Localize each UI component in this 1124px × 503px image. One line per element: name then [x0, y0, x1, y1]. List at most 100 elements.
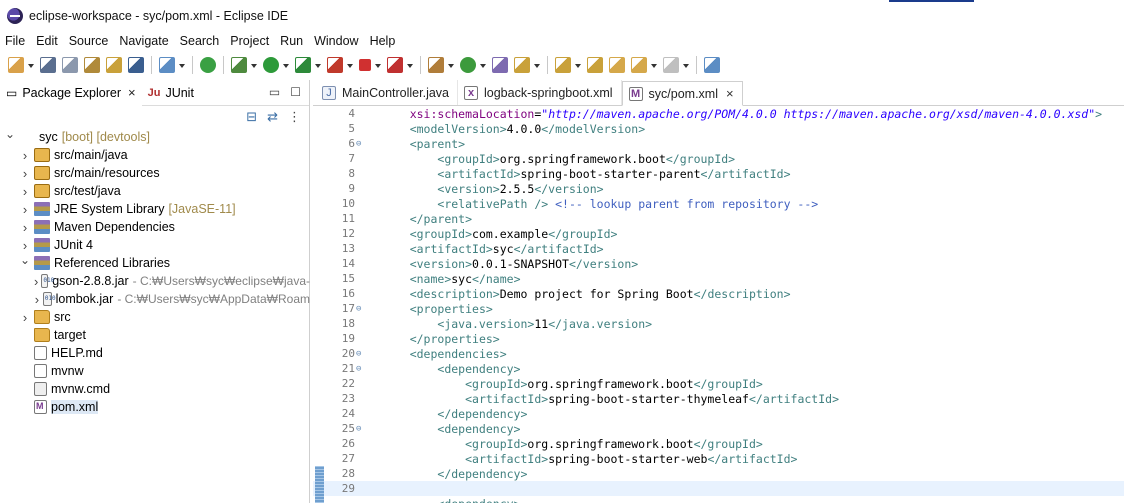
- dropdown-arrow-icon[interactable]: [650, 57, 657, 73]
- code-line[interactable]: 24 </dependency>: [313, 406, 1124, 421]
- code-line[interactable]: 16 <description>Demo project for Spring …: [313, 286, 1124, 301]
- search-icon[interactable]: [514, 57, 530, 73]
- fold-toggle-icon[interactable]: ⊖: [356, 364, 368, 374]
- menu-file[interactable]: File: [5, 34, 25, 48]
- code-line[interactable]: 22 <groupId>org.springframework.boot</gr…: [313, 376, 1124, 391]
- dropdown-arrow-icon[interactable]: [27, 57, 34, 73]
- run-coverage-icon[interactable]: [295, 57, 311, 73]
- tree-item[interactable]: › JUnit 4: [0, 236, 310, 254]
- close-icon[interactable]: ×: [128, 85, 136, 100]
- chevron-right-icon[interactable]: ›: [34, 274, 38, 289]
- code-line[interactable]: 25 ⊖ <dependency>: [313, 421, 1124, 436]
- tree-item[interactable]: › src: [0, 308, 310, 326]
- forward-icon[interactable]: [663, 57, 679, 73]
- fold-toggle-icon[interactable]: ⊖: [356, 424, 368, 434]
- menu-source[interactable]: Source: [69, 34, 109, 48]
- open-type-icon[interactable]: [492, 57, 508, 73]
- tab-package-explorer[interactable]: ▭ Package Explorer ×: [0, 79, 142, 106]
- code-line[interactable]: 18 <java.version>11</java.version>: [313, 316, 1124, 331]
- maximize-icon[interactable]: ☐: [290, 85, 301, 99]
- menu-search[interactable]: Search: [180, 34, 220, 48]
- tree-item[interactable]: › src/main/java: [0, 146, 310, 164]
- view-menu-icon[interactable]: ⋮: [288, 109, 301, 125]
- back-icon[interactable]: [631, 57, 647, 73]
- fold-toggle-icon[interactable]: ⊖: [356, 304, 368, 314]
- chevron-right-icon[interactable]: ›: [19, 310, 31, 325]
- new-project-icon[interactable]: [428, 57, 444, 73]
- tree-item[interactable]: target: [0, 326, 310, 344]
- code-line[interactable]: 10 <relativePath /> <!-- lookup parent f…: [313, 196, 1124, 211]
- tree-item[interactable]: › src/main/resources: [0, 164, 310, 182]
- chevron-right-icon[interactable]: ›: [19, 148, 31, 163]
- code-line[interactable]: 17 ⊖ <properties>: [313, 301, 1124, 316]
- stop-icon[interactable]: [359, 59, 371, 71]
- dropdown-arrow-icon[interactable]: [479, 57, 486, 73]
- menu-window[interactable]: Window: [314, 34, 358, 48]
- code-line[interactable]: 27 <artifactId>spring-boot-starter-web</…: [313, 451, 1124, 466]
- chevron-right-icon[interactable]: ›: [19, 238, 31, 253]
- dropdown-arrow-icon[interactable]: [682, 57, 689, 73]
- tree-item[interactable]: ⌄ Referenced Libraries: [0, 253, 310, 272]
- code-line[interactable]: 29: [313, 481, 1124, 496]
- code-line[interactable]: 7 <groupId>org.springframework.boot</gro…: [313, 151, 1124, 166]
- chevron-right-icon[interactable]: ›: [19, 202, 31, 217]
- new-icon[interactable]: [8, 57, 24, 73]
- dropdown-arrow-icon[interactable]: [250, 57, 257, 73]
- code-line[interactable]: 23 <artifactId>spring-boot-starter-thyme…: [313, 391, 1124, 406]
- menu-navigate[interactable]: Navigate: [119, 34, 168, 48]
- tree-item[interactable]: mvnw.cmd: [0, 380, 310, 398]
- link-with-editor-icon[interactable]: ⇄: [267, 109, 278, 125]
- code-line[interactable]: 5 <modelVersion>4.0.0</modelVersion>: [313, 121, 1124, 136]
- profile-icon[interactable]: [327, 57, 343, 73]
- tree-item[interactable]: ⌄ syc [boot] [devtools]: [0, 127, 310, 146]
- dropdown-arrow-icon[interactable]: [282, 57, 289, 73]
- tab-pom-xml[interactable]: M syc/pom.xml ×: [621, 81, 743, 106]
- skip-breakpoints-icon[interactable]: [159, 57, 175, 73]
- prev-annotation-icon[interactable]: [587, 57, 603, 73]
- last-edit-icon[interactable]: [609, 57, 625, 73]
- code-line[interactable]: 8 <artifactId>spring-boot-starter-parent…: [313, 166, 1124, 181]
- fold-toggle-icon[interactable]: ⊖: [356, 349, 368, 359]
- code-line[interactable]: 12 <groupId>com.example</groupId>: [313, 226, 1124, 241]
- dropdown-arrow-icon[interactable]: [574, 57, 581, 73]
- chevron-right-icon[interactable]: ›: [19, 184, 31, 199]
- debug-icon[interactable]: [231, 57, 247, 73]
- tab-junit[interactable]: Ju JUnit: [142, 80, 200, 106]
- terminal-icon[interactable]: [128, 57, 144, 73]
- save-all-icon[interactable]: [62, 57, 78, 73]
- dropdown-arrow-icon[interactable]: [374, 57, 381, 73]
- dropdown-arrow-icon[interactable]: [346, 57, 353, 73]
- code-line[interactable]: 19 </properties>: [313, 331, 1124, 346]
- code-line[interactable]: 26 <groupId>org.springframework.boot</gr…: [313, 436, 1124, 451]
- open-task-icon[interactable]: [106, 57, 122, 73]
- dropdown-arrow-icon[interactable]: [178, 57, 185, 73]
- code-editor[interactable]: 4 xsi:schemaLocation="http://maven.apach…: [313, 106, 1124, 503]
- code-line[interactable]: 21 ⊖ <dependency>: [313, 361, 1124, 376]
- chevron-down-icon[interactable]: ⌄: [4, 127, 16, 141]
- tree-item[interactable]: HELP.md: [0, 344, 310, 362]
- menu-help[interactable]: Help: [370, 34, 396, 48]
- code-line[interactable]: 13 <artifactId>syc</artifactId>: [313, 241, 1124, 256]
- dropdown-arrow-icon[interactable]: [447, 57, 454, 73]
- properties-icon[interactable]: [84, 57, 100, 73]
- tab-logback-xml[interactable]: x logback-springboot.xml: [458, 80, 622, 105]
- tree-item[interactable]: › src/test/java: [0, 182, 310, 200]
- chevron-right-icon[interactable]: ›: [34, 292, 40, 307]
- code-line[interactable]: <dependency>: [313, 496, 1124, 503]
- code-line[interactable]: 6 ⊖ <parent>: [313, 136, 1124, 151]
- tree-item[interactable]: pom.xml: [0, 398, 310, 416]
- tree-item[interactable]: › Maven Dependencies: [0, 218, 310, 236]
- close-icon[interactable]: ×: [726, 86, 734, 101]
- dropdown-arrow-icon[interactable]: [406, 57, 413, 73]
- tab-main-controller[interactable]: J MainController.java: [316, 80, 458, 105]
- dropdown-arrow-icon[interactable]: [533, 57, 540, 73]
- menu-edit[interactable]: Edit: [36, 34, 58, 48]
- open-perspective-icon[interactable]: [704, 57, 720, 73]
- save-icon[interactable]: [40, 57, 56, 73]
- chevron-right-icon[interactable]: ›: [19, 166, 31, 181]
- code-line[interactable]: 4 xsi:schemaLocation="http://maven.apach…: [313, 106, 1124, 121]
- code-line[interactable]: 20 ⊖ <dependencies>: [313, 346, 1124, 361]
- menu-run[interactable]: Run: [280, 34, 303, 48]
- refresh-icon[interactable]: [460, 57, 476, 73]
- tree-item[interactable]: › JRE System Library [JavaSE-11]: [0, 200, 310, 218]
